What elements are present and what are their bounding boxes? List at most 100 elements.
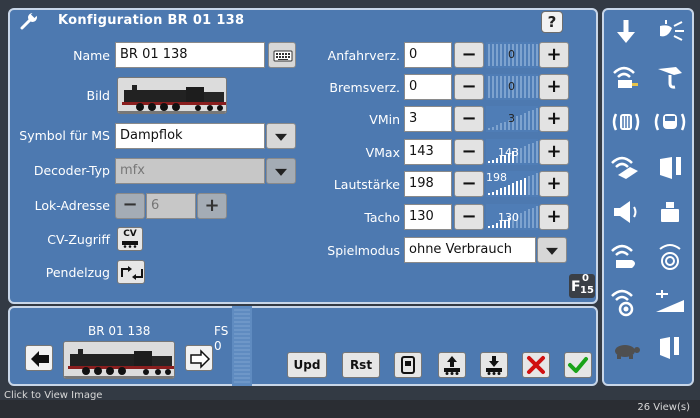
- chevron-down-icon: [546, 247, 558, 255]
- headlight-icon[interactable]: [652, 16, 688, 48]
- wheel-signal-icon[interactable]: [652, 241, 688, 273]
- slider-bar: [536, 206, 538, 228]
- bremsverz-plus-button[interactable]: +: [539, 74, 569, 100]
- turtle-icon[interactable]: [608, 331, 644, 363]
- slider-bar: [488, 193, 490, 195]
- slider-bar: [504, 76, 506, 98]
- weight-icon[interactable]: [652, 196, 688, 228]
- vmax-minus-button[interactable]: −: [454, 139, 484, 165]
- bottom-loco-name: BR 01 138: [88, 324, 151, 338]
- keyboard-button[interactable]: [268, 42, 296, 68]
- slider-bar: [496, 76, 498, 98]
- slider-bar: [500, 44, 502, 66]
- slider-bar: [504, 44, 506, 66]
- address-plus-button: +: [197, 193, 227, 219]
- lautstaerke-slider[interactable]: 198: [486, 171, 538, 197]
- anfahrverz-label: Anfahrverz.: [327, 48, 400, 63]
- slider-bar: [516, 181, 518, 195]
- tacho-minus-button[interactable]: −: [454, 204, 484, 230]
- keyboard-icon: [273, 50, 293, 62]
- slider-bar: [500, 123, 502, 130]
- function-f15-button[interactable]: F 0 15: [569, 273, 595, 298]
- slider-bar: [524, 211, 526, 228]
- slider-bar: [512, 183, 514, 195]
- pendelzug-button[interactable]: [117, 260, 145, 284]
- bremsverz-minus-button[interactable]: −: [454, 74, 484, 100]
- slider-bar: [520, 213, 522, 228]
- next-loco-button[interactable]: [185, 345, 213, 371]
- vmin-minus-button[interactable]: −: [454, 106, 484, 132]
- door-horn-icon[interactable]: [652, 331, 688, 363]
- slider-bar: [520, 148, 522, 163]
- vmax-slider[interactable]: 143: [486, 139, 538, 165]
- update-button[interactable]: Upd: [287, 352, 327, 378]
- wrench-icon: [20, 10, 39, 30]
- slider-bar: [488, 44, 490, 66]
- slider-bar: [524, 76, 526, 98]
- cv-button[interactable]: CV: [117, 227, 143, 251]
- whistle-wireless-icon[interactable]: [608, 241, 644, 273]
- bremsverz-slider-value: 0: [508, 80, 515, 93]
- anfahrverz-minus-button[interactable]: −: [454, 42, 484, 68]
- address-minus-button: −: [115, 193, 145, 219]
- spielmodus-select[interactable]: ohne Verbrauch: [404, 237, 536, 263]
- name-field[interactable]: BR 01 138: [115, 42, 265, 68]
- loudspeaker-icon[interactable]: [608, 196, 644, 228]
- tacho-field[interactable]: 130: [404, 204, 452, 230]
- f15-bottom: 15: [580, 285, 594, 296]
- lautstaerke-field[interactable]: 198: [404, 171, 452, 197]
- download-button[interactable]: [480, 352, 508, 378]
- loco-image[interactable]: [117, 77, 227, 114]
- ramp-icon[interactable]: [652, 286, 688, 318]
- tacho-slider[interactable]: 130: [486, 204, 538, 230]
- bremsverz-slider[interactable]: 0: [486, 74, 538, 100]
- cab-sound-icon[interactable]: [608, 106, 644, 138]
- bild-label: Bild: [86, 88, 110, 103]
- vmax-field[interactable]: 143: [404, 139, 452, 165]
- reset-button[interactable]: Rst: [342, 352, 380, 378]
- vmax-plus-button[interactable]: +: [539, 139, 569, 165]
- chevron-down-icon: [275, 168, 287, 176]
- confirm-button[interactable]: [564, 352, 592, 378]
- help-button[interactable]: ?: [541, 11, 563, 33]
- lautstaerke-plus-button[interactable]: +: [539, 171, 569, 197]
- arrow-down-icon[interactable]: [608, 16, 644, 48]
- slider-bar: [536, 44, 538, 66]
- upload-button[interactable]: [438, 352, 466, 378]
- car-sound-icon[interactable]: [652, 106, 688, 138]
- anfahrverz-slider[interactable]: 0: [486, 42, 538, 68]
- slider-bar: [492, 160, 494, 163]
- arrow-left-icon: [31, 351, 49, 367]
- wheel-wireless-icon[interactable]: [608, 286, 644, 318]
- vmin-plus-button[interactable]: +: [539, 106, 569, 132]
- vmin-slider[interactable]: 3: [486, 106, 538, 132]
- slider-bar: [532, 44, 534, 66]
- bottom-loco-image[interactable]: [63, 341, 175, 379]
- read-decoder-button[interactable]: [394, 352, 422, 378]
- status-view-count: 26 View(s): [637, 402, 690, 413]
- wireless-couple-icon[interactable]: [608, 151, 644, 183]
- tacho-plus-button[interactable]: +: [539, 204, 569, 230]
- vmin-field[interactable]: 3: [404, 106, 452, 132]
- prev-loco-button[interactable]: [25, 345, 53, 371]
- slider-bar: [528, 144, 530, 163]
- cancel-button[interactable]: [522, 352, 550, 378]
- symbol-select[interactable]: Dampflok: [115, 123, 265, 149]
- symbol-label: Symbol für MS: [19, 128, 110, 143]
- fs-label: FS: [214, 324, 229, 338]
- signal-device-icon[interactable]: [608, 61, 644, 93]
- status-left-text[interactable]: Click to View Image: [4, 390, 102, 401]
- slider-bar: [508, 185, 510, 195]
- anfahrverz-slider-value: 0: [508, 48, 515, 61]
- page-title: Konfiguration BR 01 138: [58, 13, 245, 28]
- lautstaerke-minus-button[interactable]: −: [454, 171, 484, 197]
- horn-icon[interactable]: [652, 151, 688, 183]
- spielmodus-dropdown-button[interactable]: [537, 237, 567, 263]
- bremsverz-field[interactable]: 0: [404, 74, 452, 100]
- anfahrverz-field[interactable]: 0: [404, 42, 452, 68]
- symbol-dropdown-button[interactable]: [266, 123, 296, 149]
- vmin-label: VMin: [369, 112, 400, 127]
- crane-hook-icon[interactable]: [652, 61, 688, 93]
- slider-bar: [492, 44, 494, 66]
- anfahrverz-plus-button[interactable]: +: [539, 42, 569, 68]
